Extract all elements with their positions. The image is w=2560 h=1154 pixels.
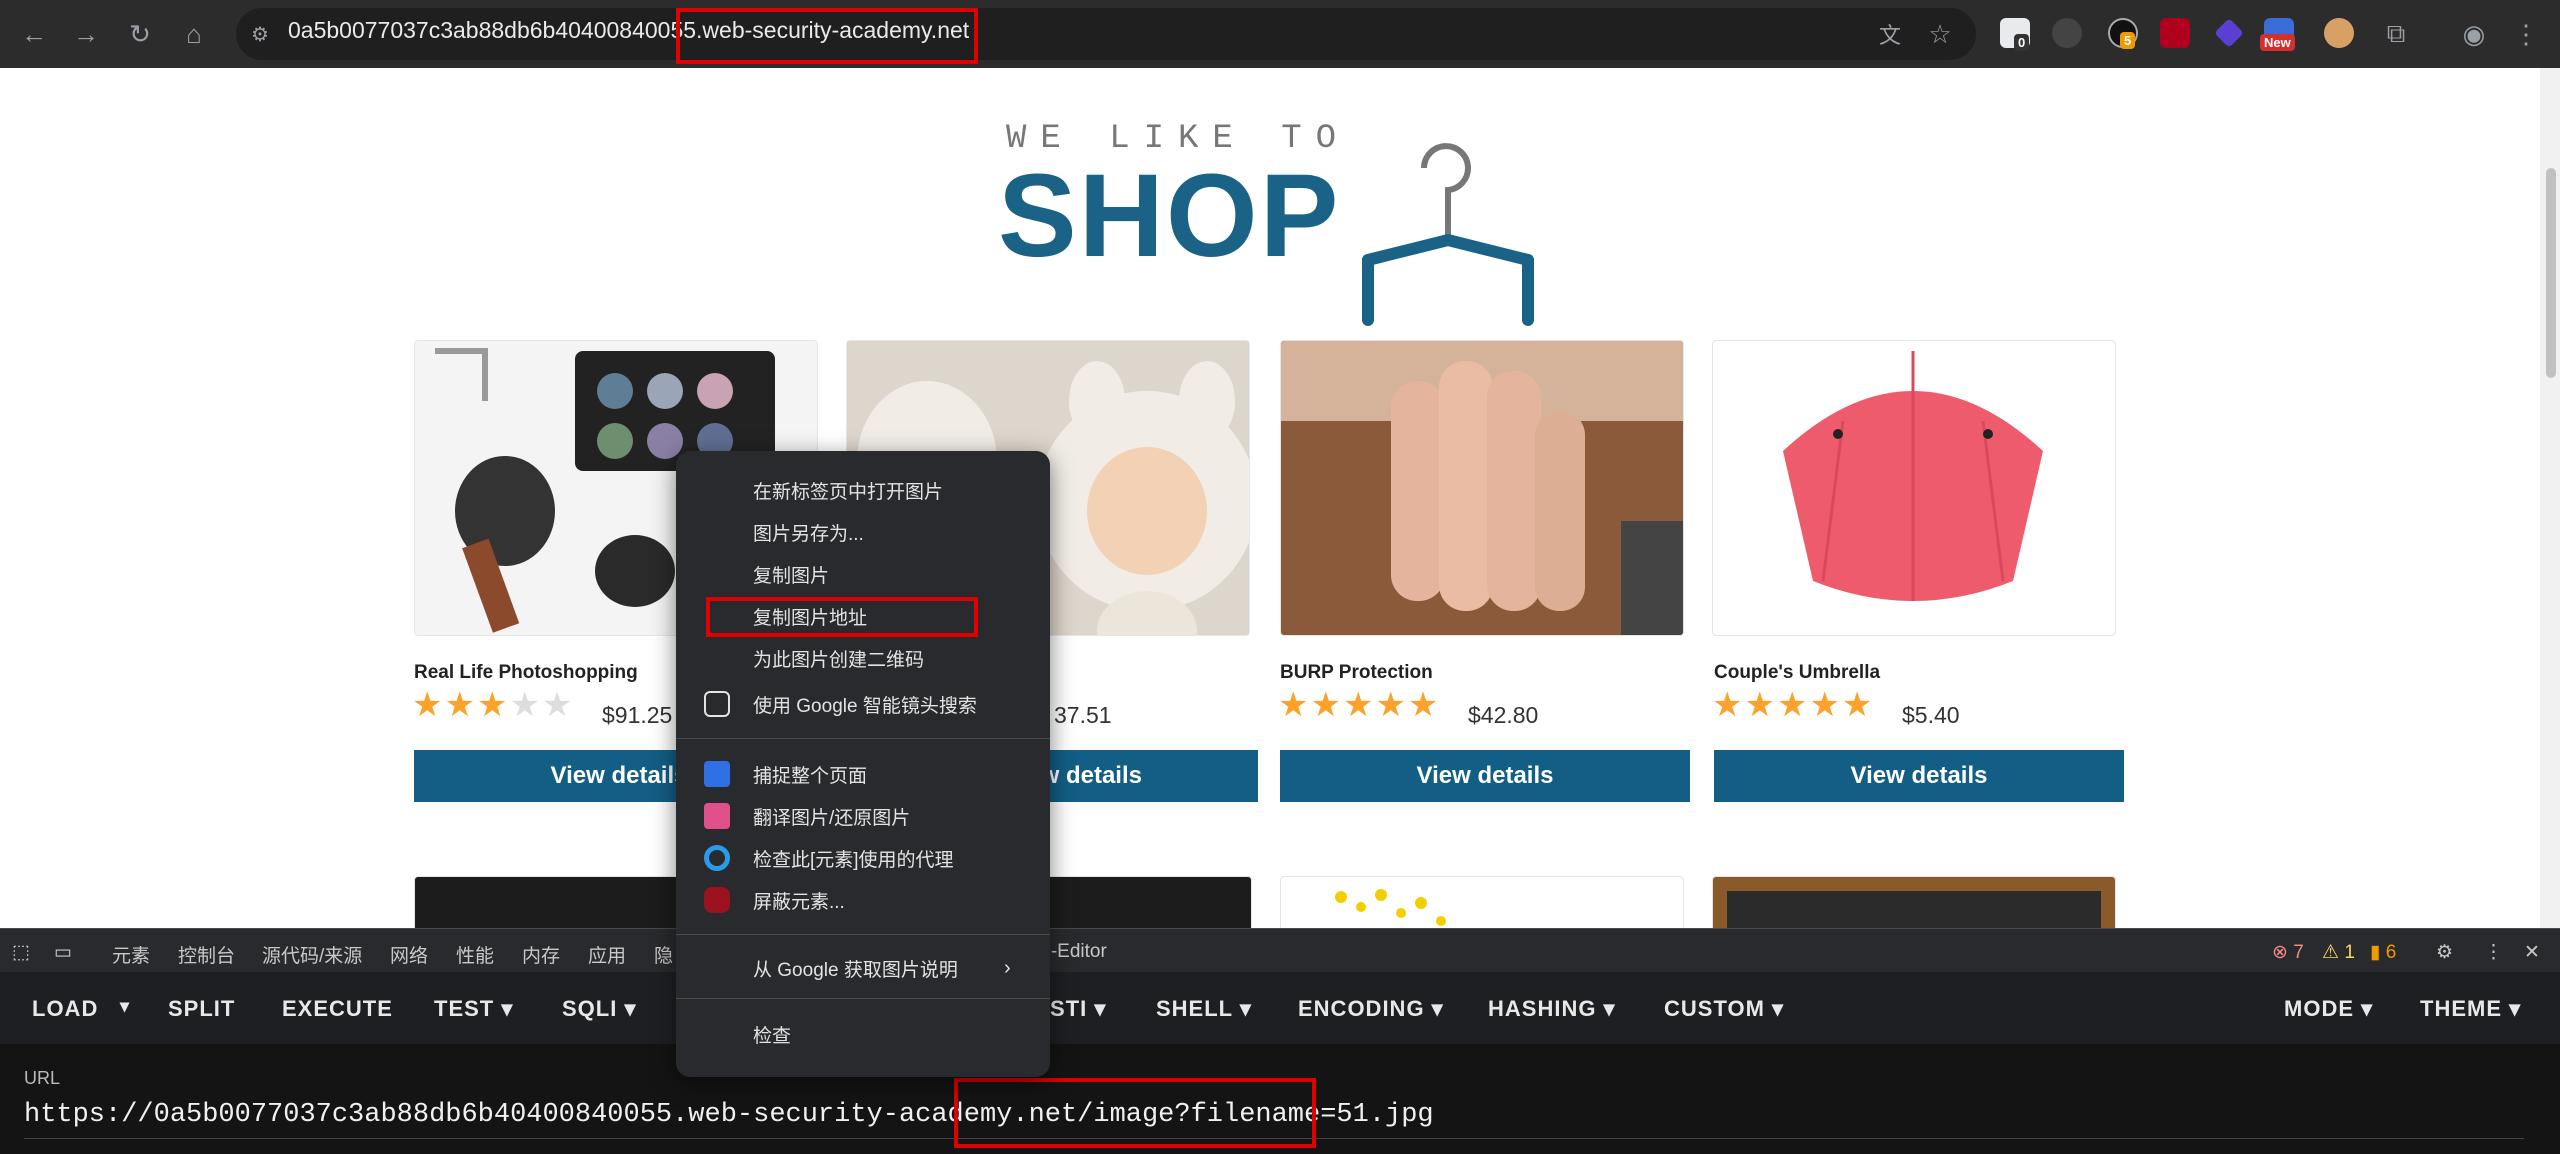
devtools-menu-icon[interactable]: ⋮	[2484, 941, 2503, 964]
product-rating-stars: ★★★★★	[1278, 686, 1441, 724]
tab-network[interactable]: 网络	[390, 941, 428, 968]
ctx-get-image-description[interactable]: 从 Google 获取图片说明 ›	[676, 948, 1050, 988]
tab-application[interactable]: 应用	[588, 941, 626, 968]
ublock-icon[interactable]	[2160, 18, 2190, 48]
hackbar-hashing-menu[interactable]: HASHING ▾	[1488, 996, 1616, 1022]
product-image-row2-yellow[interactable]	[1280, 876, 1684, 928]
hackbar-theme-menu[interactable]: THEME ▾	[2420, 996, 2521, 1022]
view-details-button[interactable]: View details	[1280, 750, 1690, 802]
product-image-beard[interactable]	[1280, 340, 1684, 636]
product-title: BURP Protection	[1280, 662, 1433, 683]
devtools-close-icon[interactable]: ✕	[2524, 941, 2540, 964]
site-settings-icon[interactable]: ⚙	[240, 14, 280, 54]
tab-memory[interactable]: 内存	[522, 941, 560, 968]
hackbar-sqli-menu[interactable]: SQLI ▾	[562, 996, 637, 1022]
view-details-button[interactable]: View details	[1714, 750, 2124, 802]
tab-sources[interactable]: 源代码/来源	[262, 941, 362, 968]
translate-icon[interactable]: 文	[1870, 14, 1910, 54]
browser-menu-icon[interactable]: ⋮	[2506, 14, 2546, 54]
proxy-ring-icon	[704, 845, 730, 871]
warning-count-badge[interactable]: ⚠ 1	[2322, 941, 2355, 964]
product-price: $91.25	[602, 702, 673, 728]
product-image-row2-frame[interactable]	[1712, 876, 2116, 928]
ctx-inspect[interactable]: 检查	[676, 1014, 1050, 1054]
page-scroll-thumb[interactable]	[2546, 168, 2556, 378]
product-price: 37.51	[1054, 702, 1112, 728]
hackbar-split-button[interactable]: SPLIT	[168, 996, 235, 1022]
reload-icon[interactable]: ↻	[120, 14, 160, 54]
extension-hat-icon[interactable]	[2052, 18, 2082, 48]
back-arrow-icon[interactable]: ←	[14, 14, 54, 54]
copy-address-annotation-box	[706, 597, 978, 637]
url-annotation-box	[676, 8, 978, 64]
ctx-separator	[676, 738, 1050, 739]
logo-text: SHOP	[998, 150, 1341, 282]
ctx-capture-page[interactable]: 捕捉整个页面	[676, 754, 1050, 794]
browser-toolbar: ← → ↻ ⌂ ⚙ 0a5b0077037c3ab88db6b404008400…	[0, 0, 2560, 68]
ctx-separator	[676, 934, 1050, 935]
hackbar-mode-menu[interactable]: MODE ▾	[2284, 996, 2373, 1022]
settings-gear-icon[interactable]: ⚙	[2436, 941, 2453, 964]
extension-face-icon[interactable]	[2324, 18, 2354, 48]
load-dropdown-chevron-icon[interactable]: ▾	[120, 996, 130, 1017]
inspect-element-icon[interactable]: ⬚	[12, 941, 30, 964]
tab-console[interactable]: 控制台	[178, 941, 235, 968]
hackbar-ssti-menu[interactable]: STI ▾	[1050, 996, 1106, 1022]
confetti-illustration	[1335, 889, 1446, 926]
extension-badge-count: 0	[2014, 34, 2030, 51]
extension-badge-count: 5	[2120, 32, 2136, 49]
hackbar-encoding-menu[interactable]: ENCODING ▾	[1298, 996, 1444, 1022]
product-price: $42.80	[1468, 702, 1539, 728]
profile-avatar-icon[interactable]: ◉	[2454, 14, 2494, 54]
hackbar-test-menu[interactable]: TEST ▾	[434, 996, 513, 1022]
extension-badge-new: New	[2260, 34, 2295, 51]
tab-elements[interactable]: 元素	[112, 941, 150, 968]
bookmark-star-icon[interactable]: ☆	[1920, 14, 1960, 54]
issue-count-badge[interactable]: ▮ 6	[2370, 941, 2396, 964]
hackbar-shell-menu[interactable]: SHELL ▾	[1156, 996, 1252, 1022]
submenu-chevron-icon: ›	[1004, 956, 1011, 979]
ublock-shield-icon	[704, 887, 730, 913]
hackbar-toolbar: LOAD ▾ SPLIT EXECUTE TEST ▾ SQLI ▾ STI ▾…	[0, 972, 2560, 1044]
capture-s-icon	[704, 761, 730, 787]
hackbar-execute-button[interactable]: EXECUTE	[282, 996, 393, 1022]
hackbar-load-button[interactable]: LOAD	[32, 996, 98, 1022]
tab-performance[interactable]: 性能	[456, 941, 494, 968]
ctx-open-image-new-tab[interactable]: 在新标签页中打开图片	[676, 470, 1050, 510]
tab-privacy[interactable]: 隐	[654, 941, 673, 968]
beard-illustration	[1281, 341, 1683, 635]
devtools-tab-bar: ⬚ ▭ 元素 控制台 源代码/来源 网络 性能 内存 应用 隐 okie-Edi…	[0, 928, 2560, 972]
ctx-create-qr-code[interactable]: 为此图片创建二维码	[676, 638, 1050, 678]
device-toolbar-icon[interactable]: ▭	[54, 941, 72, 964]
error-count-badge[interactable]: ⊗ 7	[2272, 941, 2304, 964]
ctx-separator	[676, 998, 1050, 999]
ctx-block-element[interactable]: 屏蔽元素...	[676, 880, 1050, 920]
hackbar-custom-menu[interactable]: CUSTOM ▾	[1664, 996, 1784, 1022]
extension-diamond-icon[interactable]	[2214, 18, 2244, 48]
umbrella-illustration	[1783, 351, 2043, 601]
page-content: WE LIKE TO SHOP Real Life Photoshopping …	[0, 68, 2540, 928]
ctx-copy-image[interactable]: 复制图片	[676, 554, 1050, 594]
google-lens-icon	[704, 691, 730, 717]
hanger-logo-icon	[1362, 143, 1534, 326]
product-title: Real Life Photoshopping	[414, 662, 638, 683]
product-rating-stars: ★★★★★	[412, 686, 575, 724]
home-icon[interactable]: ⌂	[174, 14, 214, 54]
product-image-umbrella[interactable]	[1712, 340, 2116, 636]
product-title: Couple's Umbrella	[1714, 662, 1881, 683]
ctx-check-proxy[interactable]: 检查此[元素]使用的代理	[676, 838, 1050, 878]
translate-image-icon	[704, 803, 730, 829]
product-price: $5.40	[1902, 702, 1960, 728]
hackbar-url-label: URL	[24, 1068, 61, 1088]
product-rating-stars: ★★★★★	[1712, 686, 1875, 724]
extensions-puzzle-icon[interactable]: ⧉	[2376, 14, 2416, 54]
ctx-google-lens-search[interactable]: 使用 Google 智能镜头搜索	[676, 684, 1050, 724]
ctx-translate-image[interactable]: 翻译图片/还原图片	[676, 796, 1050, 836]
ctx-save-image-as[interactable]: 图片另存为...	[676, 512, 1050, 552]
forward-arrow-icon[interactable]: →	[66, 14, 106, 54]
url-path-annotation-box	[954, 1078, 1316, 1148]
